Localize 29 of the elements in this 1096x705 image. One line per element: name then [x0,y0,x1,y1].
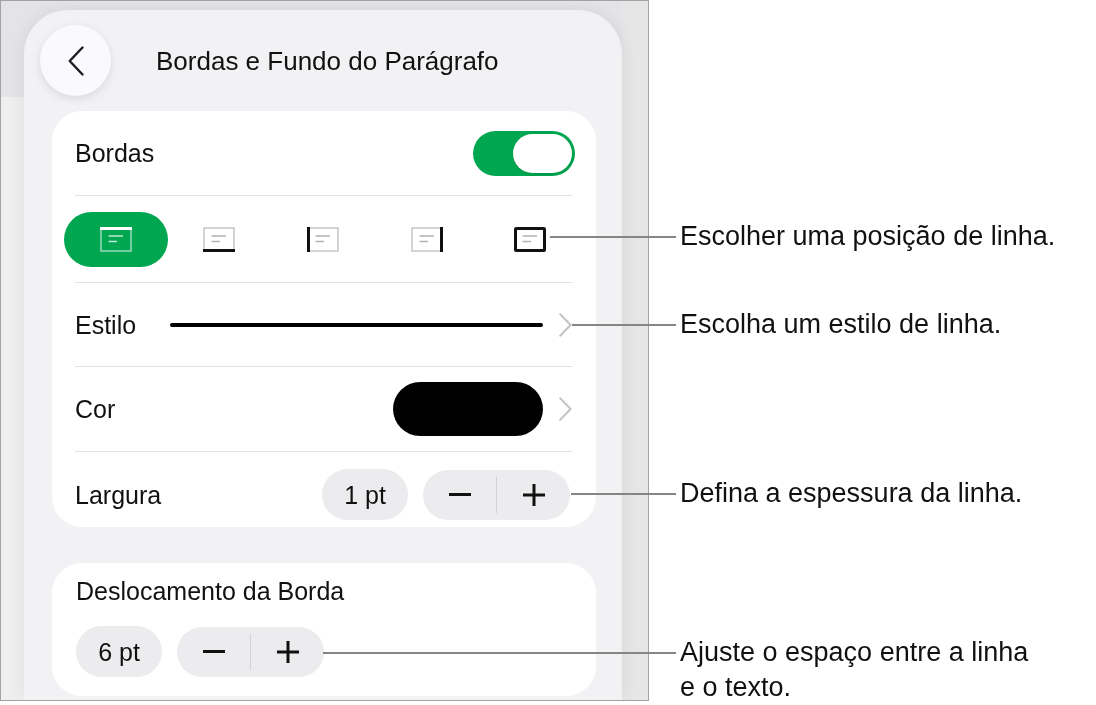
minus-icon [203,650,225,653]
minus-icon [449,493,471,496]
plus-icon [276,640,299,663]
toggle-label: Bordas [75,138,155,168]
border-right-icon [410,227,443,252]
increment-button[interactable] [251,626,324,677]
chevron-right-icon[interactable] [559,397,572,421]
panel-title: Bordas e Fundo do Parágrafo [156,44,499,77]
width-label: Largura [75,479,162,510]
color-label: Cor [75,394,116,424]
offset-label: Deslocamento da Borda [76,576,346,606]
border-left-icon [307,227,339,252]
back-button[interactable] [40,25,111,96]
callout-text: Ajuste o espaço entre a linha e o texto. [680,636,1030,704]
callout-text: Escolha um estilo de linha. [680,308,1002,341]
value-field[interactable]: 1 pt [322,469,408,520]
callout-text: Escolher uma posição de linha. [680,220,1056,253]
plus-icon [522,483,545,506]
style-label: Estilo [75,309,137,340]
increment-button[interactable] [497,469,570,520]
callout-text: Defina a espessura da linha. [680,477,1023,510]
border-bottom-icon [203,227,236,252]
value-field[interactable]: 6 pt [76,626,162,677]
chevron-right-icon[interactable] [559,312,572,337]
color-swatch[interactable] [393,382,543,436]
borders-toggle[interactable] [473,130,575,176]
border-top-icon [99,227,132,252]
chevron-left-icon [67,45,84,76]
border-box-icon [514,227,547,252]
